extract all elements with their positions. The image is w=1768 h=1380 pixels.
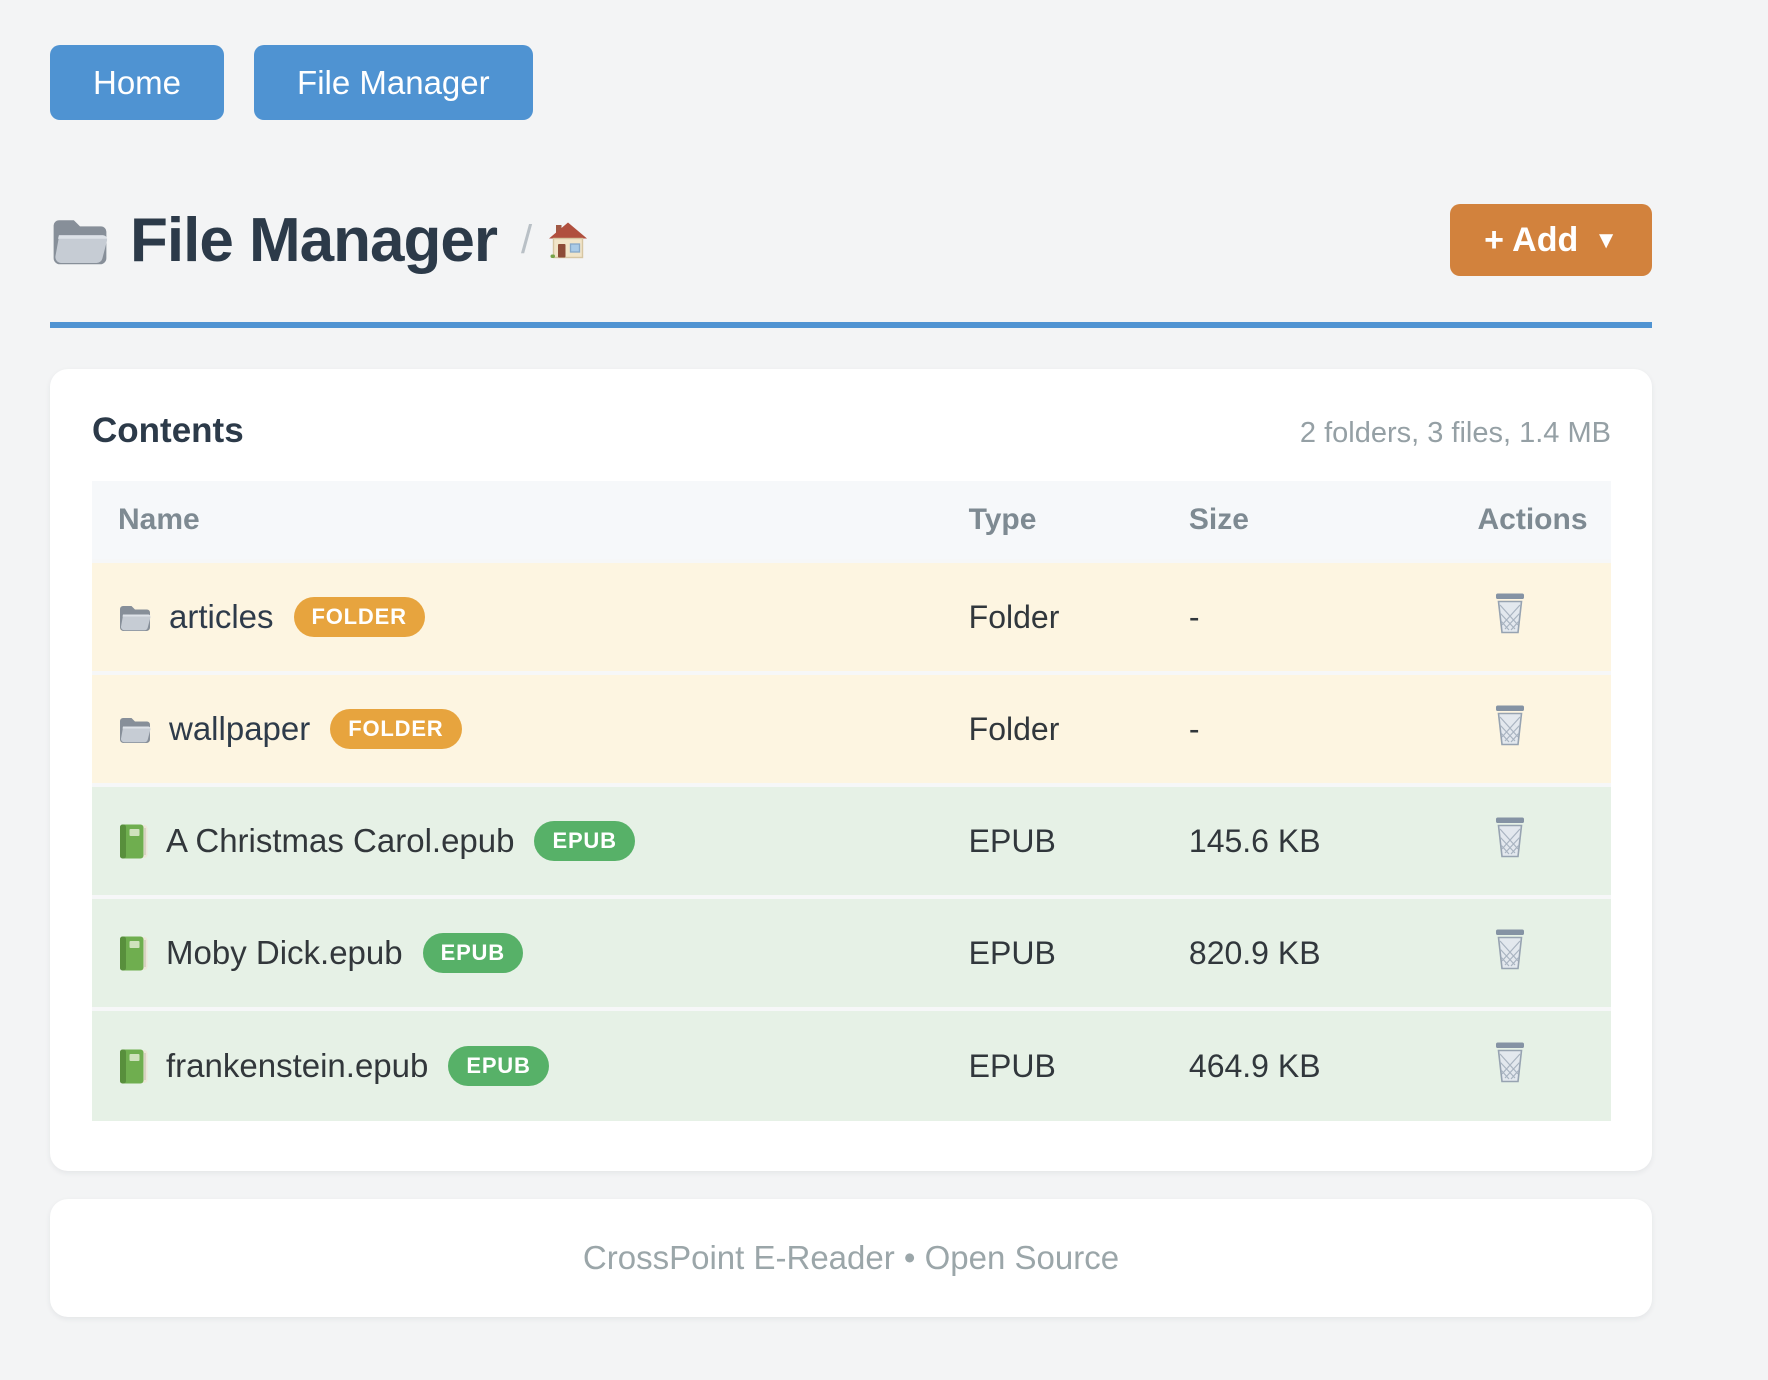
add-button-label: + Add [1484, 221, 1578, 260]
type-cell: Folder [943, 673, 1163, 785]
trash-icon [1492, 592, 1528, 634]
file-name[interactable]: wallpaper [169, 710, 310, 748]
contents-heading: Contents [92, 411, 244, 451]
epub-badge: EPUB [534, 821, 634, 861]
name-cell: articles FOLDER [92, 561, 943, 673]
name-cell: frankenstein.epub EPUB [92, 1009, 943, 1121]
actions-cell [1452, 561, 1612, 673]
folder-badge: FOLDER [294, 597, 425, 637]
name-cell: A Christmas Carol.epub EPUB [92, 785, 943, 897]
table-row: wallpaper FOLDER Folder - [92, 673, 1611, 785]
file-name[interactable]: A Christmas Carol.epub [166, 822, 514, 860]
title-group: File Manager / [50, 205, 588, 276]
size-cell: - [1163, 561, 1452, 673]
actions-cell [1452, 673, 1612, 785]
breadcrumb-separator: / [521, 218, 532, 263]
add-button[interactable]: + Add ▼ [1450, 204, 1652, 276]
trash-icon [1492, 1041, 1528, 1083]
column-header-actions: Actions [1452, 481, 1612, 561]
size-cell: 464.9 KB [1163, 1009, 1452, 1121]
actions-cell [1452, 897, 1612, 1009]
footer-text: CrossPoint E-Reader • Open Source [583, 1239, 1119, 1277]
size-cell: 145.6 KB [1163, 785, 1452, 897]
home-icon[interactable] [548, 222, 588, 259]
table-row: A Christmas Carol.epub EPUB EPUB 145.6 K… [92, 785, 1611, 897]
type-cell: EPUB [943, 785, 1163, 897]
trash-icon [1492, 816, 1528, 858]
contents-panel: Contents 2 folders, 3 files, 1.4 MB Name… [50, 369, 1652, 1171]
folder-icon [118, 603, 152, 632]
type-cell: Folder [943, 561, 1163, 673]
delete-button[interactable] [1492, 704, 1528, 746]
epub-badge: EPUB [423, 933, 523, 973]
actions-cell [1452, 785, 1612, 897]
file-name[interactable]: Moby Dick.epub [166, 934, 403, 972]
folder-icon [50, 215, 110, 266]
file-name[interactable]: articles [169, 598, 274, 636]
contents-summary: 2 folders, 3 files, 1.4 MB [1300, 417, 1611, 450]
chevron-down-icon: ▼ [1594, 227, 1618, 255]
file-name[interactable]: frankenstein.epub [166, 1047, 428, 1085]
delete-button[interactable] [1492, 1041, 1528, 1083]
delete-button[interactable] [1492, 816, 1528, 858]
size-cell: - [1163, 673, 1452, 785]
top-nav: Home File Manager [50, 0, 1652, 120]
trash-icon [1492, 928, 1528, 970]
trash-icon [1492, 704, 1528, 746]
page-container: Home File Manager File Manager / [50, 0, 1652, 1317]
file-manager-nav-button[interactable]: File Manager [254, 45, 533, 120]
epub-badge: EPUB [448, 1046, 548, 1086]
page-header: File Manager / + Add ▼ [50, 204, 1652, 276]
name-cell: Moby Dick.epub EPUB [92, 897, 943, 1009]
column-header-size: Size [1163, 481, 1452, 561]
table-header-row: Name Type Size Actions [92, 481, 1611, 561]
file-table: Name Type Size Actions [92, 481, 1611, 1121]
type-cell: EPUB [943, 897, 1163, 1009]
page-title: File Manager [130, 205, 497, 276]
table-row: frankenstein.epub EPUB EPUB 464.9 KB [92, 1009, 1611, 1121]
green-book-icon [118, 823, 149, 860]
delete-button[interactable] [1492, 928, 1528, 970]
type-cell: EPUB [943, 1009, 1163, 1121]
column-header-type: Type [943, 481, 1163, 561]
footer: CrossPoint E-Reader • Open Source [50, 1199, 1652, 1317]
table-row: Moby Dick.epub EPUB EPUB 820.9 KB [92, 897, 1611, 1009]
green-book-icon [118, 935, 149, 972]
name-cell: wallpaper FOLDER [92, 673, 943, 785]
folder-icon [118, 715, 152, 744]
actions-cell [1452, 1009, 1612, 1121]
title-underline [50, 322, 1652, 328]
delete-button[interactable] [1492, 592, 1528, 634]
size-cell: 820.9 KB [1163, 897, 1452, 1009]
contents-panel-header: Contents 2 folders, 3 files, 1.4 MB [92, 411, 1611, 451]
table-row: articles FOLDER Folder - [92, 561, 1611, 673]
green-book-icon [118, 1048, 149, 1085]
home-nav-button[interactable]: Home [50, 45, 224, 120]
column-header-name: Name [92, 481, 943, 561]
folder-badge: FOLDER [330, 709, 461, 749]
